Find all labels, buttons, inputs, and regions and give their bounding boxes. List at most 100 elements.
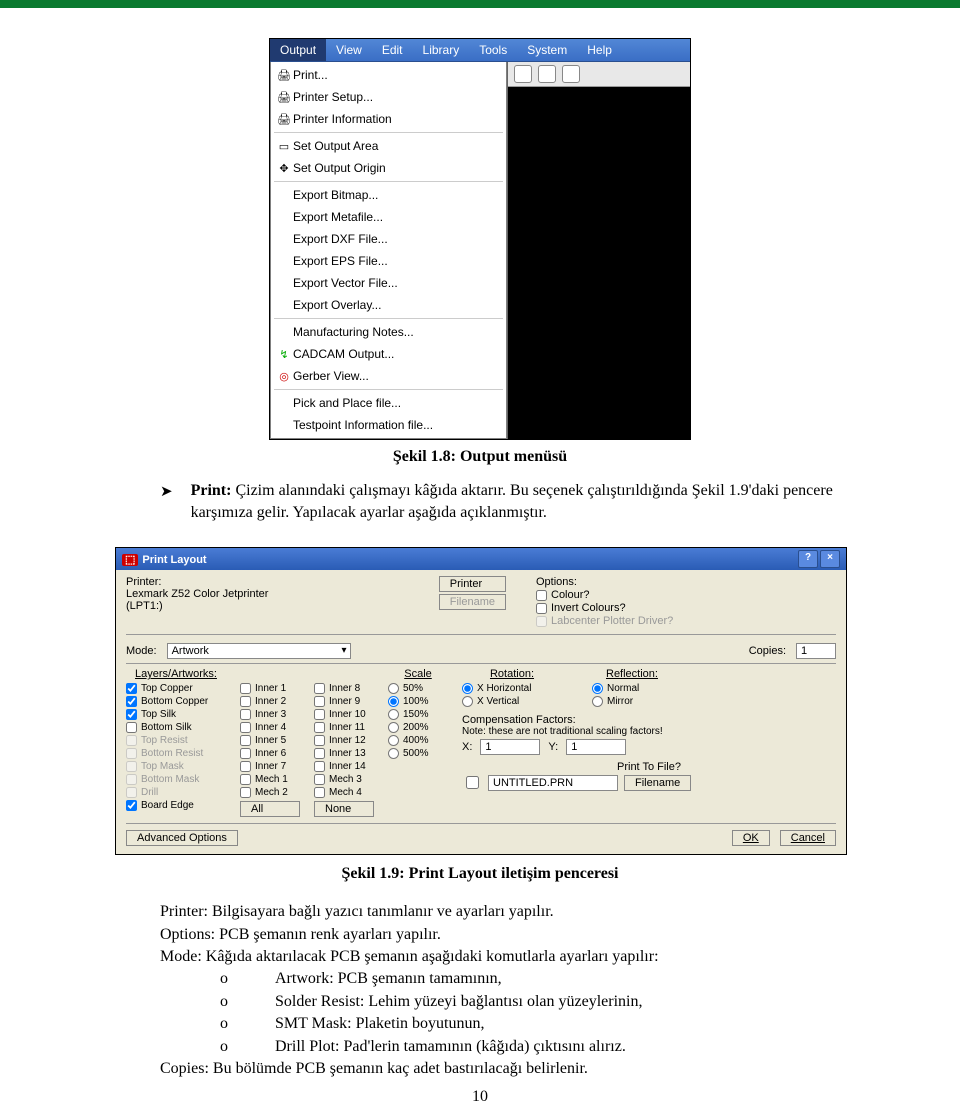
- layer-item[interactable]: Mech 3: [314, 774, 374, 785]
- layer-item[interactable]: Top Silk: [126, 709, 226, 720]
- opt-colour[interactable]: Colour?: [536, 589, 836, 601]
- menu-pick-place[interactable]: Pick and Place file...: [271, 392, 506, 414]
- page-number: 10: [115, 1088, 845, 1106]
- menu-mfg-notes[interactable]: Manufacturing Notes...: [271, 321, 506, 343]
- filename-field[interactable]: UNTITLED.PRN: [488, 775, 618, 791]
- layer-item: Top Mask: [126, 761, 226, 772]
- menu-testpoint[interactable]: Testpoint Information file...: [271, 414, 506, 436]
- ok-button[interactable]: OK: [732, 830, 770, 846]
- layer-item[interactable]: Mech 4: [314, 787, 374, 798]
- menu-export-overlay[interactable]: Export Overlay...: [271, 294, 506, 316]
- copies-field[interactable]: 1: [796, 643, 836, 659]
- printer-label: Printer:: [126, 576, 439, 588]
- all-button[interactable]: All: [240, 801, 300, 817]
- opt-invert[interactable]: Invert Colours?: [536, 602, 836, 614]
- printer-name: Lexmark Z52 Color Jetprinter: [126, 588, 439, 600]
- sub-drill: oDrill Plot: Pad'lerin tamamının (kâğıda…: [220, 1036, 800, 1058]
- layer-item[interactable]: Inner 4: [240, 722, 300, 733]
- rotation-header: Rotation:: [462, 668, 562, 680]
- label: Export Overlay...: [293, 298, 381, 312]
- menubar-edit[interactable]: Edit: [372, 39, 413, 61]
- layer-item[interactable]: Bottom Copper: [126, 696, 226, 707]
- figure-caption-1: Şekil 1.8: Output menüsü: [115, 448, 845, 466]
- window-controls: ? ×: [798, 550, 840, 568]
- def-copies: Copies: Bu bölümde PCB şemanın kaç adet …: [160, 1058, 800, 1080]
- comp-header: Compensation Factors:: [462, 714, 836, 726]
- scale-opt[interactable]: 100%: [388, 696, 448, 707]
- scale-opt[interactable]: 400%: [388, 735, 448, 746]
- rot-v[interactable]: X Vertical: [462, 696, 562, 707]
- layer-item[interactable]: Inner 3: [240, 709, 300, 720]
- layer-item: Top Resist: [126, 735, 226, 746]
- scale-opt[interactable]: 200%: [388, 722, 448, 733]
- figure-caption-2: Şekil 1.9: Print Layout iletişim pencere…: [115, 865, 845, 883]
- mode-label: Mode:: [126, 645, 157, 657]
- layer-item[interactable]: Inner 10: [314, 709, 374, 720]
- scale-opt[interactable]: 150%: [388, 709, 448, 720]
- menu-printer-setup-label: Printer Setup...: [293, 90, 373, 104]
- options-label: Options:: [536, 576, 836, 588]
- menubar-view[interactable]: View: [326, 39, 372, 61]
- help-button[interactable]: ?: [798, 550, 818, 568]
- print-to-file-check[interactable]: [466, 776, 479, 789]
- rot-h[interactable]: X Horizontal: [462, 683, 562, 694]
- menu-export-bitmap[interactable]: Export Bitmap...: [271, 184, 506, 206]
- toolbar-icon[interactable]: [538, 65, 556, 83]
- menubar-tools[interactable]: Tools: [469, 39, 517, 61]
- menubar-library[interactable]: Library: [413, 39, 470, 61]
- toolbar-icon[interactable]: [562, 65, 580, 83]
- app-icon: ⬚: [122, 554, 138, 566]
- filename-button[interactable]: Filename: [439, 594, 506, 610]
- sub-solder: oSolder Resist: Lehim yüzeyi bağlantısı …: [220, 991, 800, 1013]
- menu-separator: [274, 132, 503, 133]
- filename-browse-button[interactable]: Filename: [624, 775, 691, 791]
- menubar-output[interactable]: Output: [270, 39, 326, 61]
- layer-item[interactable]: Inner 11: [314, 722, 374, 733]
- comp-x-field[interactable]: 1: [480, 739, 540, 755]
- menu-printer-setup[interactable]: 🖨Printer Setup...: [271, 86, 506, 108]
- layer-item[interactable]: Inner 6: [240, 748, 300, 759]
- mode-combo[interactable]: Artwork: [167, 643, 351, 659]
- menu-export-metafile[interactable]: Export Metafile...: [271, 206, 506, 228]
- comp-y-field[interactable]: 1: [566, 739, 626, 755]
- menubar-help[interactable]: Help: [577, 39, 622, 61]
- layer-item[interactable]: Board Edge: [126, 800, 226, 811]
- layer-item[interactable]: Inner 8: [314, 683, 374, 694]
- menu-set-output-area[interactable]: ▭Set Output Area: [271, 135, 506, 157]
- menubar: Output View Edit Library Tools System He…: [270, 39, 690, 62]
- menu-set-output-origin[interactable]: ✥Set Output Origin: [271, 157, 506, 179]
- layer-item[interactable]: Mech 2: [240, 787, 300, 798]
- close-button[interactable]: ×: [820, 550, 840, 568]
- menu-export-dxf[interactable]: Export DXF File...: [271, 228, 506, 250]
- menu-print[interactable]: 🖨Print...: [271, 64, 506, 86]
- layer-item[interactable]: Inner 2: [240, 696, 300, 707]
- toolbar-icon[interactable]: [514, 65, 532, 83]
- layer-item[interactable]: Inner 5: [240, 735, 300, 746]
- screenshot-print-layout-dialog: ⬚Print Layout ? × Printer: Lexmark Z52 C…: [115, 547, 847, 855]
- layer-item[interactable]: Inner 13: [314, 748, 374, 759]
- layer-item[interactable]: Inner 7: [240, 761, 300, 772]
- scale-opt[interactable]: 50%: [388, 683, 448, 694]
- menu-export-vector[interactable]: Export Vector File...: [271, 272, 506, 294]
- ref-mirror[interactable]: Mirror: [592, 696, 672, 707]
- menu-export-eps[interactable]: Export EPS File...: [271, 250, 506, 272]
- layer-item[interactable]: Mech 1: [240, 774, 300, 785]
- menu-gerber[interactable]: ◎Gerber View...: [271, 365, 506, 387]
- menu-cadcam[interactable]: ↯CADCAM Output...: [271, 343, 506, 365]
- advanced-options-button[interactable]: Advanced Options: [126, 830, 238, 846]
- scale-opt[interactable]: 500%: [388, 748, 448, 759]
- printer-button[interactable]: Printer: [439, 576, 506, 592]
- layer-item[interactable]: Bottom Silk: [126, 722, 226, 733]
- layer-item[interactable]: Inner 12: [314, 735, 374, 746]
- layer-item[interactable]: Inner 9: [314, 696, 374, 707]
- ref-normal[interactable]: Normal: [592, 683, 672, 694]
- menu-printer-info[interactable]: 🖨Printer Information: [271, 108, 506, 130]
- layer-item[interactable]: Inner 14: [314, 761, 374, 772]
- cancel-button[interactable]: Cancel: [780, 830, 836, 846]
- layer-item[interactable]: Top Copper: [126, 683, 226, 694]
- menubar-system[interactable]: System: [517, 39, 577, 61]
- toolbar-strip: [508, 62, 690, 87]
- layer-item[interactable]: Inner 1: [240, 683, 300, 694]
- bullet-arrow-icon: ➤: [160, 482, 173, 501]
- none-button[interactable]: None: [314, 801, 374, 817]
